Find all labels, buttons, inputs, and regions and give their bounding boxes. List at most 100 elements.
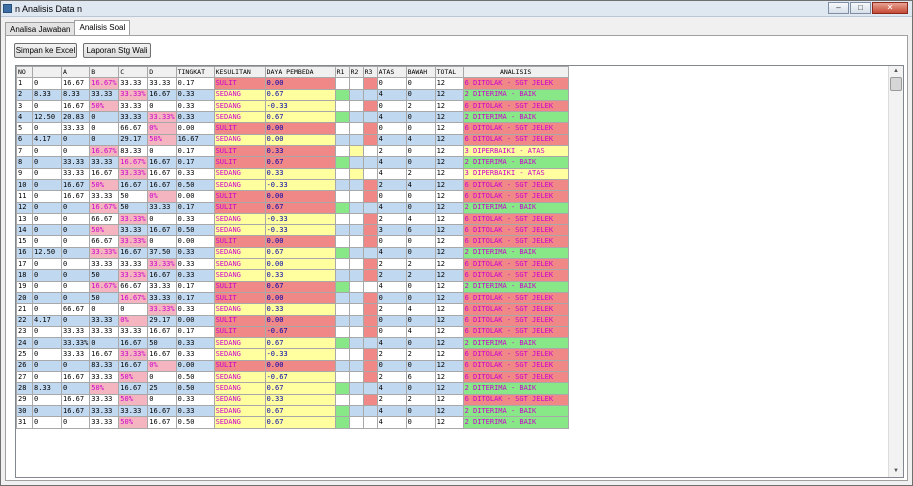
table-cell: 12 [434, 88, 464, 101]
vertical-scrollbar[interactable]: ▲ ▼ [888, 66, 903, 477]
table-row[interactable]: 25 0 33.33 16.67 33.33% 16.67 0.33 SEDANG -0.33 2… [16, 348, 569, 361]
table-cell: 33.33% [118, 212, 149, 226]
table-cell: 0.33 [175, 393, 215, 406]
table-cell: 0 [376, 190, 407, 203]
table-cell: 0.00 [264, 235, 336, 248]
column-header[interactable]: D [147, 66, 177, 79]
table-cell [348, 348, 364, 361]
scroll-down-icon[interactable]: ▼ [889, 466, 903, 477]
table-cell: SEDANG [213, 212, 266, 226]
table-row[interactable]: 18 0 0 50 33.33% 16.67 0.33 SEDANG 0.33 2 2 12 6 DIT… [16, 269, 569, 282]
table-cell: 12 [434, 269, 464, 282]
table-row[interactable]: 8 0 33.33 33.33 16.67% 16.67 0.17 SULIT 0.67 4 0 12… [16, 156, 569, 169]
table-row[interactable]: 1 0 16.67 16.67% 33.33 33.33 0.17 SULIT 0.00 0 0 12… [16, 77, 569, 90]
table-cell: 6 DITOLAK - SGT JELEK [462, 348, 569, 361]
table-cell: 2 [376, 371, 407, 384]
table-row[interactable]: 15 0 0 66.67 33.33% 0 0.00 SULIT 0.00 0 0 12 6 DITOL… [16, 235, 569, 248]
table-row[interactable]: 14 0 0 50% 33.33 16.67 0.50 SEDANG -0.33 3 6 12 6 DI… [16, 224, 569, 237]
column-header[interactable]: NO [16, 66, 33, 79]
table-row[interactable]: 5 0 33.33 0 66.67 0% 0.00 SULIT 0.00 0 0 12 6 DITOLA… [16, 122, 569, 135]
save-to-excel-button[interactable]: Simpan ke Excel [14, 43, 77, 58]
column-header[interactable]: B [89, 66, 120, 79]
table-cell: SEDANG [213, 99, 266, 113]
table-cell: 0.00 [264, 133, 336, 147]
column-header[interactable]: C [118, 66, 149, 79]
table-row[interactable]: 26 0 0 83.33 16.67 0% 0.00 SULIT 0.00 0 0 12 6 DITOL… [16, 359, 569, 373]
table-row[interactable]: 13 0 0 66.67 33.33% 0 0.33 SEDANG -0.33 2 4 12 6 DIT… [16, 212, 569, 226]
table-cell: 33.33 [89, 314, 120, 327]
column-header[interactable]: TINGKAT [175, 66, 215, 79]
table-cell: 0 [60, 280, 91, 293]
table-row[interactable]: 30 0 16.67 33.33 33.33 16.67 0.33 SEDANG 0.67 4 0 1… [16, 404, 569, 418]
table-row[interactable]: 10 0 16.67 50% 16.67 16.67 0.50 SEDANG -0.33 2 4 12… [16, 178, 569, 192]
table-row[interactable]: 19 0 0 16.67% 66.67 33.33 0.17 SULIT 0.67 4 0 12 2 D… [16, 280, 569, 293]
table-row[interactable]: 11 0 16.67 33.33 50 0% 0.00 SULIT 0.00 0 0 12 6 DITO… [16, 190, 569, 203]
table-row[interactable]: 23 0 33.33 33.33 33.33 16.67 0.17 SULIT -0.67 0 4 1… [16, 325, 569, 339]
table-header: NO A B C D TINGKAT KESULITAN DAYA PEMBEDA R1 R2 R3… [16, 66, 569, 79]
table-row[interactable]: 27 0 16.67 33.33 50% 0 0.50 SEDANG -0.67 2 6 12 6 DI… [16, 371, 569, 384]
table-row[interactable]: 31 0 0 33.33 50% 16.67 0.50 SEDANG 0.67 4 0 12 2 DIT… [16, 416, 569, 429]
table-cell: 33.33 [118, 99, 149, 113]
table-row[interactable]: 9 0 33.33 16.67 33.33% 16.67 0.33 SEDANG 0.33 4 2 1… [16, 167, 569, 180]
column-header[interactable]: R2 [348, 66, 364, 79]
table-cell: 0 [376, 77, 407, 90]
column-header[interactable]: KESULITAN [213, 66, 266, 79]
table-cell: -0.33 [264, 212, 336, 226]
table-row[interactable]: 17 0 0 33.33 33.33 33.33% 0.33 SEDANG 0.00 2 2 12 6 … [16, 258, 569, 271]
table-cell: 12 [434, 393, 464, 406]
table-cell: 0 [60, 235, 91, 248]
table-cell: 8 [16, 156, 33, 169]
table-cell: 50 [147, 337, 177, 350]
column-header[interactable]: ANALISIS [462, 66, 569, 79]
table-cell: 2 [405, 348, 436, 361]
table-row[interactable]: 22 4.17 0 33.33 0% 29.17 0.00 SULIT 0.00 0 0 12 6 DI… [16, 314, 569, 327]
table-cell [362, 314, 378, 327]
table-row[interactable]: 4 12.50 20.83 0 33.33 33.33% 0.33 SEDANG 0.67 4 0 1… [16, 111, 569, 124]
table-row[interactable]: 21 0 66.67 0 0 33.33% 0.33 SEDANG 0.33 2 4 12 6 DITO… [16, 303, 569, 316]
data-grid[interactable]: NO A B C D TINGKAT KESULITAN DAYA PEMBEDA R1 R2 R3… [15, 65, 904, 478]
column-header[interactable]: DAYA PEMBEDA [264, 66, 336, 79]
table-cell: 3 DIPERBAIKI - ATAS [462, 167, 569, 180]
table-row[interactable]: 28 8.33 0 50% 16.67 25 0.50 SEDANG 0.67 4 0 12 2 DIT… [16, 382, 569, 395]
table-cell: 4 [376, 382, 407, 395]
column-header[interactable]: R3 [362, 66, 378, 79]
table-cell: 2 [376, 393, 407, 406]
column-header[interactable]: ATAS [376, 66, 407, 79]
table-cell: 4.17 [32, 314, 62, 327]
table-row[interactable]: 20 0 0 50 16.67% 33.33 0.17 SULIT 0.00 0 0 12 6 DITO… [16, 291, 569, 305]
tab-panel: Simpan ke Excel Laporan Stg Wali NO A B C D T… [5, 35, 908, 481]
table-row[interactable]: 24 0 33.33% 0 16.67 50 0.33 SEDANG 0.67 4 0 12 2 DIT… [16, 337, 569, 350]
tab-analisa-jawaban[interactable]: Analisa Jawaban [5, 22, 76, 36]
scroll-thumb[interactable] [890, 77, 902, 91]
table-cell [334, 382, 350, 395]
column-header[interactable]: TOTAL [434, 66, 464, 79]
minimize-button[interactable]: – [828, 2, 849, 14]
scroll-up-icon[interactable]: ▲ [889, 66, 903, 77]
close-button[interactable]: ✕ [872, 2, 908, 14]
table-row[interactable]: 3 0 16.67 50% 33.33 0 0.33 SEDANG -0.33 0 2 12 6 DIT… [16, 99, 569, 113]
table-row[interactable]: 2 8.33 8.33 33.33 33.33% 16.67 0.33 SEDANG 0.67 4… [16, 88, 569, 101]
table-cell: 0 [405, 201, 436, 214]
table-row[interactable]: 29 0 16.67 33.33 50% 0 0.33 SEDANG 0.33 2 2 12 6 DIT… [16, 393, 569, 406]
table-cell [334, 269, 350, 282]
column-header[interactable] [32, 66, 62, 79]
table-row[interactable]: 6 4.17 0 0 29.17 50% 16.67 SEDANG 0.00 4 4 12 6 DITO… [16, 133, 569, 147]
table-row[interactable]: 12 0 0 16.67% 50 33.33 0.17 SULIT 0.67 4 0 12 2 DITE… [16, 201, 569, 214]
table-cell: 0 [60, 416, 91, 429]
maximize-button[interactable]: □ [850, 2, 871, 14]
column-header[interactable]: BAWAH [405, 66, 436, 79]
table-cell [348, 190, 364, 203]
table-cell: 12 [434, 371, 464, 384]
report-button[interactable]: Laporan Stg Wali [83, 43, 151, 58]
table-cell [362, 393, 378, 406]
table-row[interactable]: 16 12.50 0 33.33% 16.67 37.50 0.33 SEDANG 0.67 4 0… [16, 246, 569, 260]
column-header[interactable]: A [60, 66, 91, 79]
table-cell: 0% [147, 359, 177, 373]
table-row[interactable]: 7 0 0 16.67% 83.33 0 0.17 SULIT 0.33 2 0 12 3 DIPERB… [16, 145, 569, 158]
table-cell: 0.67 [264, 280, 336, 293]
table-cell [348, 280, 364, 293]
table-cell: 3 DIPERBAIKI - ATAS [462, 145, 569, 158]
table-cell: 2 [376, 178, 407, 192]
table-cell: 0 [89, 122, 120, 135]
column-header[interactable]: R1 [334, 66, 350, 79]
